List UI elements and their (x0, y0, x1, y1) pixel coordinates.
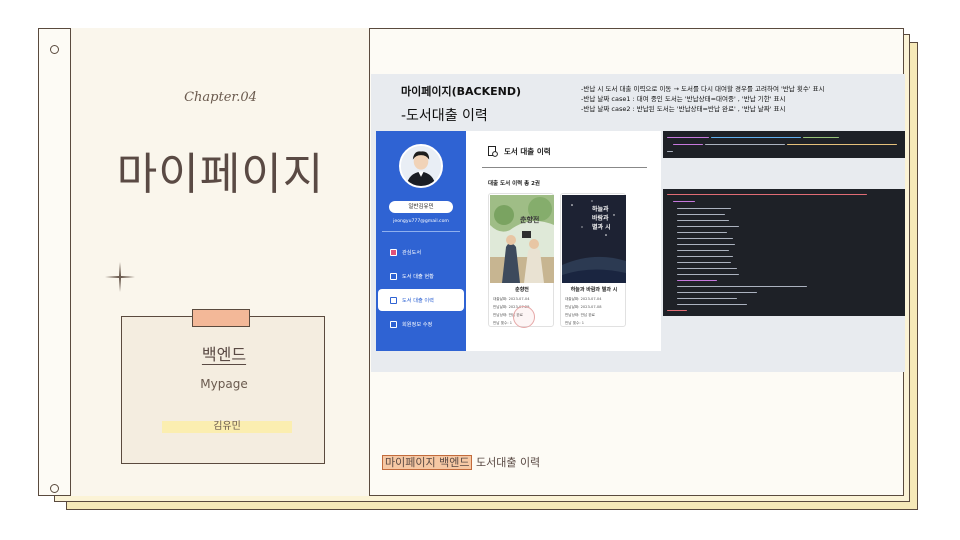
app-window: 일반김유민 jeongyu777@gmail.com 관심도서 도서 대출 현황… (376, 131, 661, 351)
cover-text: 하늘과 바람과 별과 시 (592, 206, 611, 231)
click-indicator-icon (513, 306, 535, 328)
book-meta: 반납 횟수: 1 (493, 321, 512, 326)
rent-label: 대출날짜: (493, 297, 508, 301)
binder-strip (38, 28, 71, 496)
note-line: -반납 시 도서 대출 이력으로 이동 → 도서를 다시 대여할 경우를 고려하… (581, 85, 825, 93)
sidebar-item-loan-status[interactable]: 도서 대출 현황 (378, 265, 464, 287)
sidebar-item-label: 회원정보 수정 (402, 321, 433, 328)
caption-text: 도서대출 이력 (472, 456, 541, 469)
notes: -반납 시 도서 대출 이력으로 이동 → 도서를 다시 대여할 경우를 고려하… (581, 84, 825, 114)
book-title: 춘향전 (515, 287, 529, 293)
main-content: 도서 대출 이력 대출 도서 이력 총 2권 춘향전 춘향전 대출날짜: 202… (466, 131, 661, 351)
chapter-label: Chapter.04 (184, 90, 257, 105)
left-page: Chapter.04 마이페이지 백엔드 Mypage 김유민 (71, 28, 370, 496)
edit-icon (390, 320, 397, 328)
card-subtitle: Mypage (200, 377, 248, 391)
sidebar: 일반김유민 jeongyu777@gmail.com 관심도서 도서 대출 현황… (376, 131, 466, 351)
sidebar-item-label: 관심도서 (402, 249, 422, 256)
user-email: jeongyu777@gmail.com (393, 219, 449, 224)
book-cover: 하늘과 바람과 별과 시 (562, 195, 626, 283)
sparkle-icon (105, 262, 135, 292)
count-label: 반납 횟수: (493, 321, 509, 325)
slide: Chapter.04 마이페이지 백엔드 Mypage 김유민 마이페이지(BA… (0, 0, 960, 540)
heart-book-icon (390, 248, 397, 256)
status-label: 반납상태: (493, 313, 508, 317)
status-value: 반납 완료 (580, 313, 595, 317)
book-meta: 대출날짜: 2023-07-04 (565, 297, 601, 302)
caption: 마이페이지 백엔드 도서대출 이력 (382, 454, 540, 470)
card-title: 백엔드 (201, 345, 247, 364)
count-value: 1 (509, 321, 513, 325)
binder-ring-icon (50, 45, 59, 54)
code-block-controller (663, 131, 905, 158)
book-title: 하늘과 바람과 별과 시 (570, 287, 618, 293)
code-block-mapper (663, 189, 905, 316)
binder-ring-icon (50, 484, 59, 493)
book-meta: 반납상태: 반납 완료 (565, 313, 595, 318)
header-divider (482, 167, 647, 168)
card-author: 김유민 (162, 421, 292, 433)
book-icon (390, 272, 397, 280)
history-icon (488, 146, 498, 157)
note-line: -반납 날짜 case2 : 반납된 도서는 '반납상태=반납 완료' , '반… (581, 105, 786, 113)
sidebar-item-favorites[interactable]: 관심도서 (378, 241, 464, 263)
cover-text: 춘향전 (520, 216, 540, 224)
history-icon (390, 296, 397, 304)
book-cover: 춘향전 (490, 195, 554, 283)
loan-count: 대출 도서 이력 총 2권 (488, 181, 540, 187)
sidebar-divider (382, 231, 460, 232)
content-title: 도서 대출 이력 (504, 147, 551, 156)
panel-subtitle: -도서대출 이력 (401, 108, 488, 124)
status-label: 반납상태: (565, 313, 580, 317)
rent-date: 2023-07-04 (580, 297, 602, 301)
user-name: 일반김유민 (389, 201, 453, 213)
book-card[interactable]: 춘향전 춘향전 대출날짜: 2023-07-04 반납날짜: 2023-07-2… (488, 193, 554, 328)
rent-date: 2023-07-04 (508, 297, 530, 301)
rent-label: 대출날짜: (565, 297, 580, 301)
count-value: 1 (581, 321, 585, 325)
sidebar-item-edit-profile[interactable]: 회원정보 수정 (378, 313, 464, 335)
note-line: -반납 날짜 case1 : 대여 중인 도서는 '반납상태=대여중' , '반… (581, 95, 786, 103)
sidebar-item-label: 도서 대출 이력 (402, 297, 434, 304)
return-label: 반납날짜: (565, 305, 580, 309)
avatar (399, 144, 443, 188)
book-meta: 대출날짜: 2023-07-04 (493, 297, 529, 302)
sidebar-item-loan-history[interactable]: 도서 대출 이력 (378, 289, 464, 311)
return-date: 2023-07-08 (580, 305, 602, 309)
book-meta: 반납 횟수: 1 (565, 321, 584, 326)
return-label: 반납날짜: (493, 305, 508, 309)
sidebar-item-label: 도서 대출 현황 (402, 273, 434, 280)
panel-title: 마이페이지(BACKEND) (401, 85, 521, 98)
card-tape (192, 309, 250, 327)
content-header: 도서 대출 이력 (488, 146, 551, 157)
book-card[interactable]: 하늘과 바람과 별과 시 하늘과 바람과 별과 시 대출날짜: 2023-07-… (560, 193, 626, 327)
section-card: 백엔드 Mypage 김유민 (121, 309, 325, 464)
book-meta: 반납날짜: 2023-07-08 (565, 305, 601, 310)
count-label: 반납 횟수: (565, 321, 581, 325)
caption-highlight: 마이페이지 백엔드 (382, 455, 473, 470)
page-title: 마이페이지 (116, 149, 325, 200)
